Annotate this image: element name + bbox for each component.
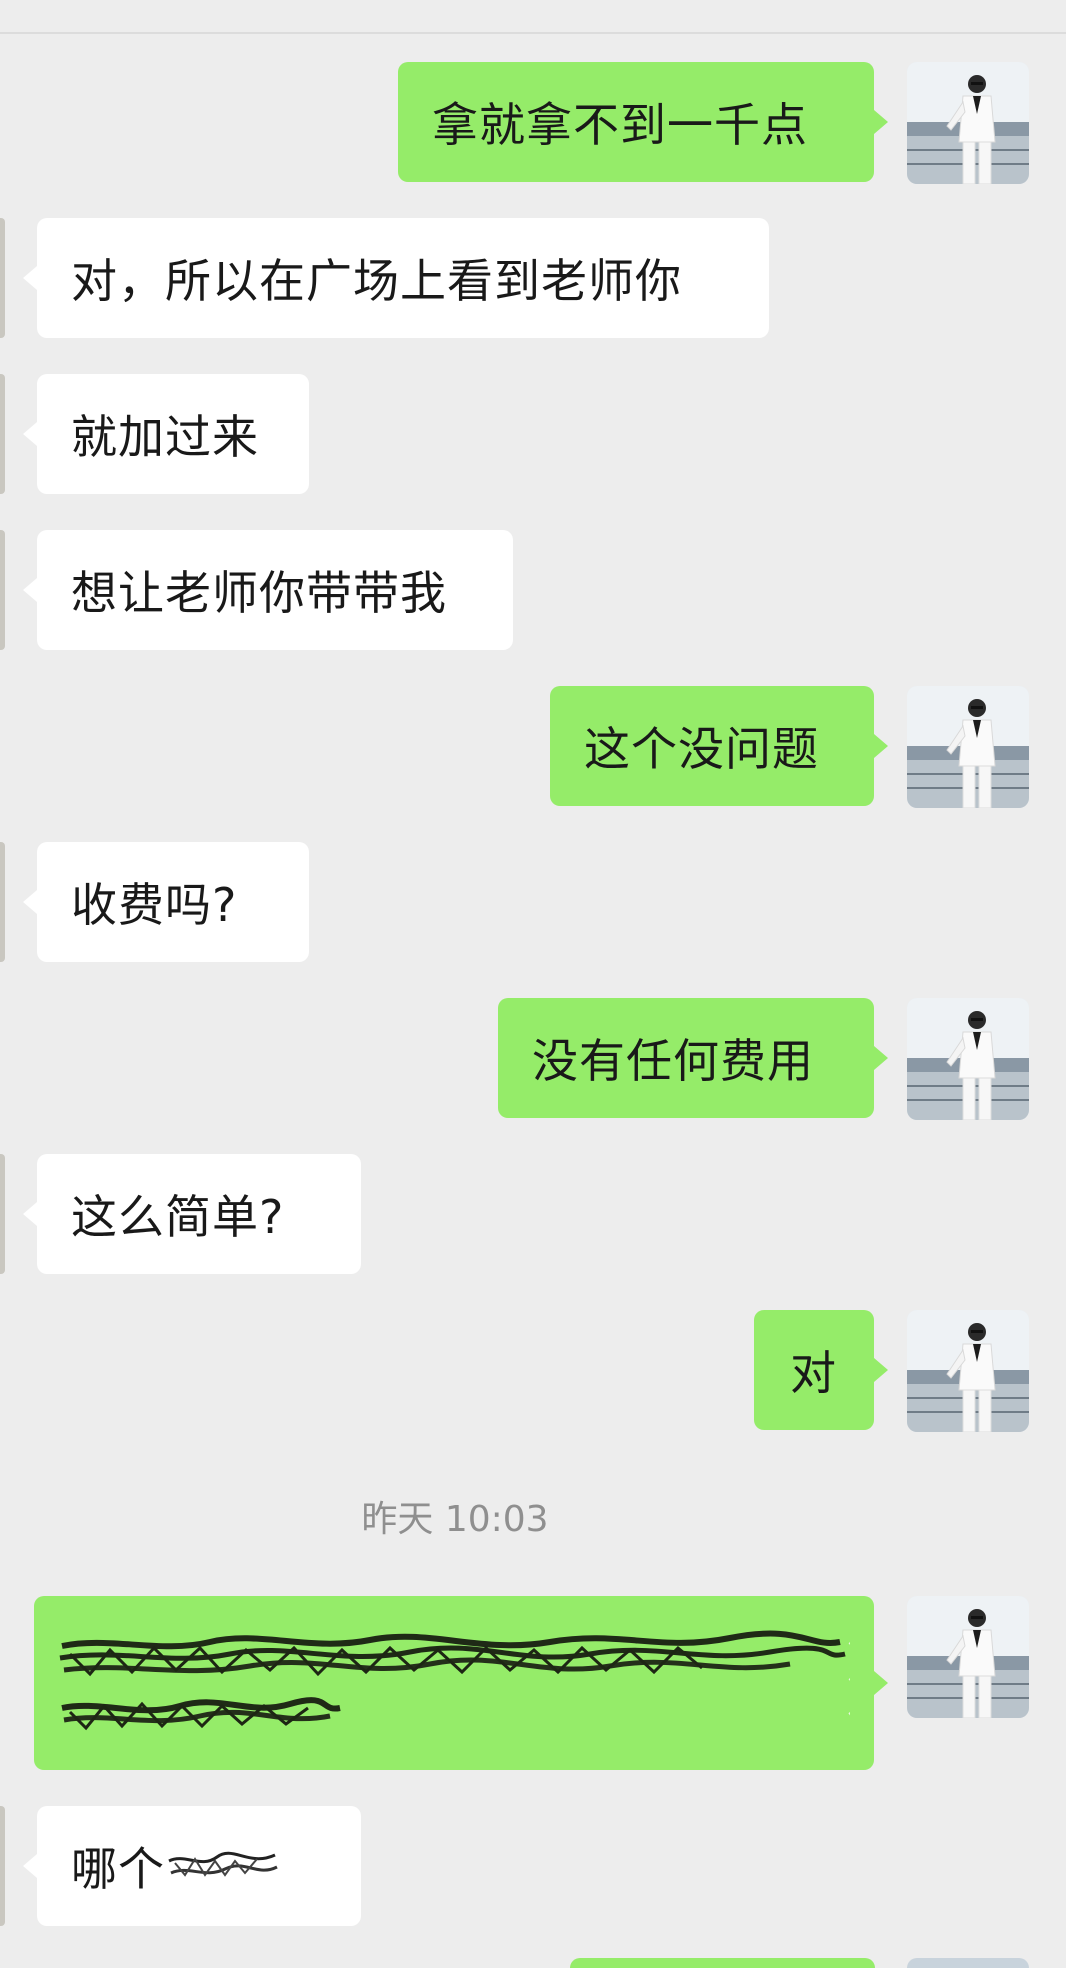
message-bubble-incoming[interactable]: 想让老师你带带我	[23, 530, 513, 650]
message-text: 哪个	[71, 1842, 165, 1896]
peer-avatar-edge[interactable]	[0, 1806, 5, 1926]
message-bubble-incoming[interactable]: 就加过来	[23, 374, 309, 494]
message-bubble-outgoing[interactable]: 没有任何费用	[498, 998, 888, 1118]
peer-avatar-edge[interactable]	[0, 374, 5, 494]
peer-avatar-edge[interactable]	[0, 530, 5, 650]
message-bubble-incoming[interactable]: 这么简单?	[23, 1154, 361, 1274]
redaction-scribble	[59, 1630, 850, 1731]
self-avatar[interactable]	[907, 686, 1029, 808]
message-bubble-outgoing-partial[interactable]	[570, 1958, 875, 1968]
header-divider	[0, 32, 1066, 34]
chat-screen: 拿就拿不到一千点 对，所以在广场上看到老师你 就加过来 想让老师你带带我 这个没…	[0, 0, 1066, 1968]
avatar-icon	[907, 1596, 1029, 1718]
message-bubble-outgoing[interactable]: 这个没问题	[550, 686, 888, 806]
message-text: 想让老师你带带我	[71, 566, 447, 620]
message-text: 没有任何费用	[532, 1034, 814, 1088]
message-bubble-incoming[interactable]: 对，所以在广场上看到老师你	[23, 218, 769, 338]
self-avatar[interactable]	[907, 62, 1029, 184]
message-text: 收费吗?	[71, 878, 238, 932]
message-bubble-outgoing-redacted[interactable]	[34, 1596, 888, 1770]
avatar-icon	[907, 686, 1029, 808]
message-bubble-incoming[interactable]: 收费吗?	[23, 842, 309, 962]
message-bubble-outgoing[interactable]: 拿就拿不到一千点	[398, 62, 888, 182]
message-text: 对	[790, 1346, 837, 1400]
message-text: 对，所以在广场上看到老师你	[71, 254, 682, 308]
message-text: 就加过来	[71, 410, 259, 464]
self-avatar[interactable]	[907, 1310, 1029, 1432]
avatar-icon	[907, 1310, 1029, 1432]
peer-avatar-edge[interactable]	[0, 1154, 5, 1274]
self-avatar[interactable]	[907, 1596, 1029, 1718]
message-timestamp: 昨天 10:03	[361, 1499, 549, 1540]
message-text: 拿就拿不到一千点	[432, 98, 808, 152]
message-bubble-outgoing[interactable]: 对	[754, 1310, 888, 1430]
avatar-icon	[907, 62, 1029, 184]
avatar-icon	[907, 998, 1029, 1120]
peer-avatar-edge[interactable]	[0, 218, 5, 338]
message-text: 这么简单?	[71, 1190, 285, 1244]
message-bubble-incoming[interactable]: 哪个	[23, 1806, 361, 1926]
redaction-scribble	[168, 1851, 278, 1877]
self-avatar-partial[interactable]	[907, 1958, 1029, 1968]
peer-avatar-edge[interactable]	[0, 842, 5, 962]
message-text: 这个没问题	[584, 722, 819, 776]
self-avatar[interactable]	[907, 998, 1029, 1120]
